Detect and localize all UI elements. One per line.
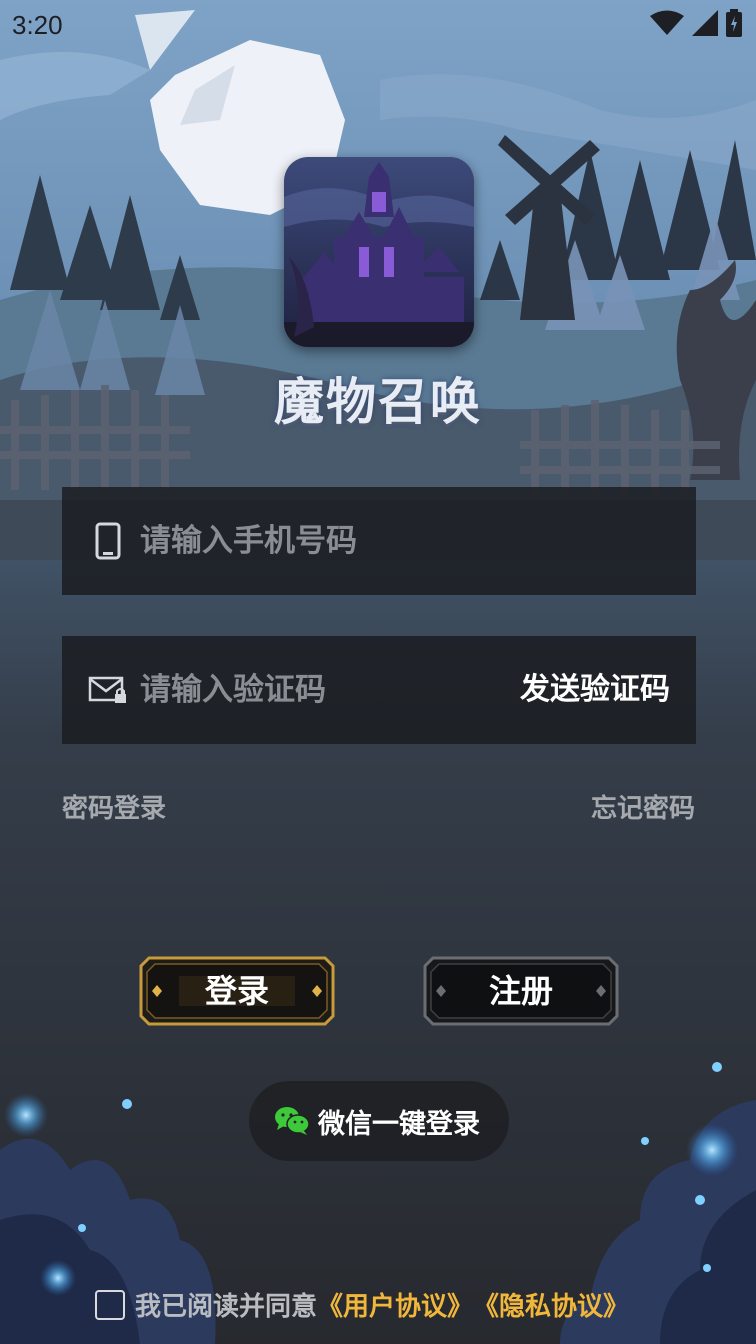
wechat-login-label: 微信一键登录 (318, 1108, 480, 1140)
agreement-row: 我已阅读并同意 《用户协议》 《隐私协议》 (95, 1286, 629, 1323)
user-agreement-link[interactable]: 《用户协议》 (317, 1286, 473, 1323)
send-code-button[interactable]: 发送验证码 (520, 636, 670, 744)
wechat-login-button[interactable]: 微信一键登录 (249, 1081, 509, 1161)
forgot-password-link[interactable]: 忘记密码 (591, 788, 695, 825)
code-input[interactable] (138, 671, 502, 709)
app-logo (284, 157, 474, 347)
wechat-icon (274, 1106, 310, 1136)
status-icons (650, 9, 742, 41)
agreement-text: 我已阅读并同意 (135, 1292, 318, 1322)
status-time: 3:20 (12, 10, 63, 40)
agreement-checkbox[interactable] (95, 1289, 125, 1320)
password-login-link[interactable]: 密码登录 (62, 788, 166, 825)
battery-icon (726, 9, 742, 41)
phone-icon (88, 521, 128, 561)
register-button-label: 注册 (488, 972, 553, 1010)
phone-input[interactable] (138, 522, 502, 560)
wifi-icon (650, 10, 684, 40)
login-button[interactable]: 登录 (139, 956, 335, 1026)
login-button-label: 登录 (204, 972, 269, 1010)
phone-field[interactable] (62, 487, 696, 595)
privacy-agreement-link[interactable]: 《隐私协议》 (473, 1286, 629, 1323)
mail-lock-icon (88, 670, 128, 710)
register-button[interactable]: 注册 (423, 956, 619, 1026)
signal-icon (692, 10, 718, 40)
code-field[interactable]: 发送验证码 (62, 636, 696, 744)
app-title: 魔物召唤 (274, 373, 482, 431)
